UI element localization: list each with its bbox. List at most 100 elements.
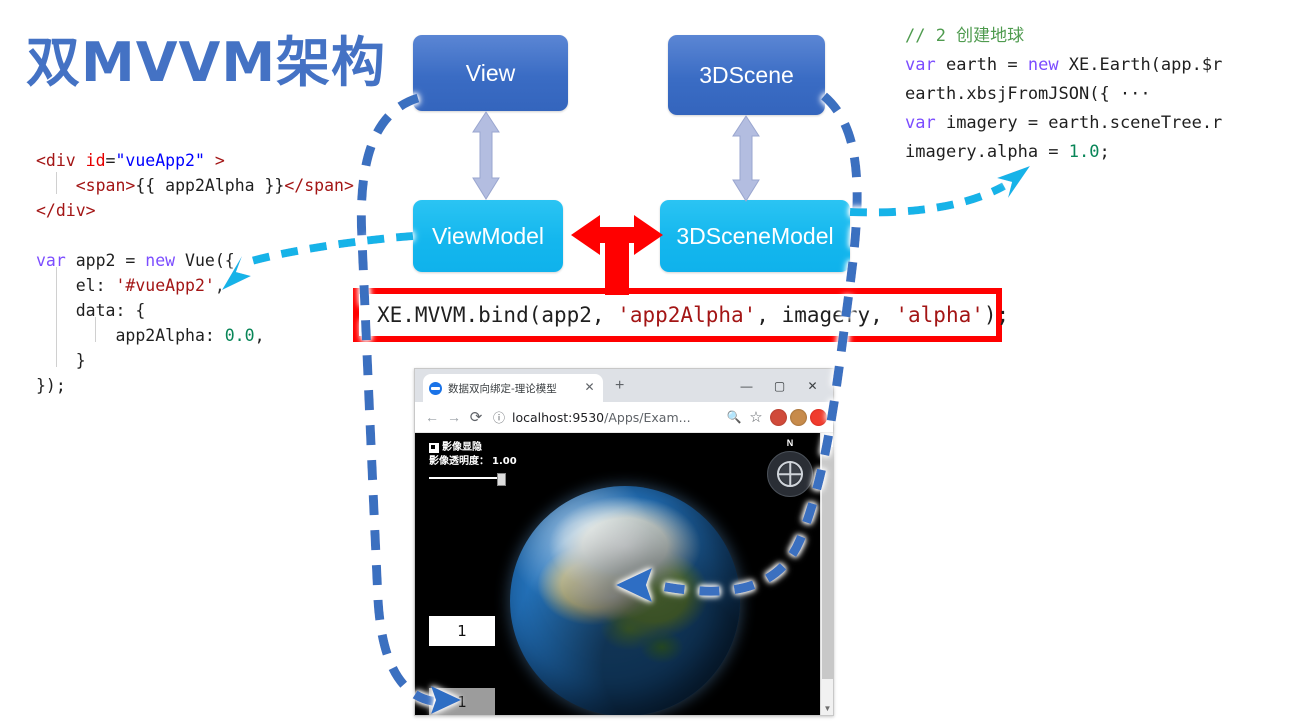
- code-token: new: [145, 251, 176, 270]
- earth-globe: [510, 486, 740, 715]
- code-token: <span>: [75, 176, 136, 195]
- browser-tab-bar: 数据双向绑定-理论模型 ✕ + — ▢ ✕: [415, 369, 833, 402]
- code-token: ,: [254, 326, 265, 345]
- code-token: }: [36, 351, 86, 370]
- compass-icon[interactable]: N: [767, 438, 813, 497]
- compass-ring: [777, 461, 803, 487]
- vertical-scrollbar[interactable]: ▲ ▼: [820, 433, 833, 715]
- zoom-icon[interactable]: 🔍: [723, 410, 745, 424]
- indent-guide: [95, 317, 96, 342]
- imagery-alpha-value: 1.00: [492, 456, 517, 467]
- code-line: // 2 创建地球: [905, 22, 1222, 51]
- code-line: });: [36, 373, 354, 398]
- page-title: 双MVVM架构: [26, 31, 387, 94]
- code-token: new: [1027, 55, 1059, 75]
- code-token: ,: [214, 276, 225, 295]
- bookmark-star-icon[interactable]: ☆: [745, 408, 767, 426]
- code-token: imagery = earth.sceneTree.r: [935, 113, 1223, 133]
- imagery-alpha-label: 影像透明度：: [429, 456, 489, 467]
- bind-code-box: XE.MVVM.bind(app2, 'app2Alpha', imagery,…: [353, 288, 1009, 342]
- node-viewmodel-label: ViewModel: [431, 222, 545, 249]
- node-3dscenemodel-label: 3DSceneModel: [676, 222, 834, 249]
- code-line: <span>{{ app2Alpha }}</span>: [36, 173, 354, 198]
- code-token: {{ app2Alpha }}: [135, 176, 285, 195]
- scroll-up-icon[interactable]: ▲: [821, 433, 833, 447]
- code-line: </div>: [36, 198, 354, 223]
- window-controls: — ▢ ✕: [730, 375, 829, 397]
- address-bar[interactable]: ⓘ localhost:9530/Apps/Exam...: [487, 409, 723, 426]
- vertical-arrow-left: [472, 111, 500, 200]
- bind-token: , imagery,: [756, 303, 896, 327]
- code-token: var: [905, 55, 936, 75]
- bind-token: 'app2Alpha': [617, 303, 757, 327]
- slider-thumb[interactable]: [497, 473, 506, 486]
- code-token: el:: [36, 276, 116, 295]
- node-viewmodel[interactable]: ViewModel: [413, 200, 563, 272]
- code-line: el: '#vueApp2',: [36, 273, 354, 298]
- bind-token: 'alpha': [895, 303, 984, 327]
- bind-code-text: XE.MVVM.bind(app2, 'app2Alpha', imagery,…: [359, 303, 1009, 327]
- imagery-visibility-row[interactable]: 影像显隐: [429, 441, 517, 455]
- browser-window: 数据双向绑定-理论模型 ✕ + — ▢ ✕ ← → ⟳ ⓘ localhost:…: [414, 368, 834, 716]
- imagery-alpha-slider[interactable]: [429, 473, 506, 486]
- code-token: '#vueApp2': [115, 276, 215, 295]
- site-info-icon[interactable]: ⓘ: [491, 409, 507, 426]
- code-token: <div: [36, 151, 86, 170]
- gray-value-box: 1: [429, 688, 495, 715]
- browser-tab[interactable]: 数据双向绑定-理论模型 ✕: [423, 374, 603, 402]
- imagery-visibility-label: 影像显隐: [442, 442, 482, 453]
- code-line: var earth = new XE.Earth(app.$r: [905, 51, 1222, 80]
- code-token: imagery.alpha =: [905, 142, 1069, 162]
- white-value-box: 1: [429, 616, 495, 646]
- indent-guide: [56, 172, 57, 194]
- code-token: });: [36, 376, 66, 395]
- opera-icon[interactable]: [810, 408, 827, 426]
- code-line: earth.xbsjFromJSON({ ···: [905, 80, 1222, 109]
- code-token: "vueApp2": [115, 151, 205, 170]
- reload-icon[interactable]: ⟳: [465, 408, 487, 426]
- code-token: >: [204, 151, 225, 170]
- new-tab-button[interactable]: +: [615, 378, 624, 394]
- node-view[interactable]: View: [413, 35, 568, 111]
- scroll-down-icon[interactable]: ▼: [821, 702, 833, 715]
- forward-icon[interactable]: →: [443, 409, 465, 425]
- code-token: app2Alpha:: [36, 326, 225, 345]
- maximize-button[interactable]: ▢: [763, 375, 796, 397]
- profile-avatar[interactable]: [790, 408, 807, 426]
- code-token: </div>: [36, 201, 96, 220]
- scrollbar-thumb[interactable]: [822, 447, 833, 679]
- slide-canvas: 双MVVM架构 <div id="vueApp2" > <span>{{ app…: [0, 0, 1295, 724]
- red-bidirectional-arrow: [571, 215, 663, 295]
- code-line: <div id="vueApp2" >: [36, 148, 354, 173]
- imagery-alpha-row: 影像透明度： 1.00: [429, 455, 517, 469]
- back-icon[interactable]: ←: [421, 409, 443, 425]
- code-line: var app2 = new Vue({: [36, 248, 354, 273]
- code-token: ;: [1099, 142, 1110, 162]
- earth-viewport[interactable]: 影像显隐 影像透明度： 1.00 N 1 1 ▲ ▼: [415, 433, 833, 715]
- dashed-scenemodel-arrowhead: [997, 166, 1030, 198]
- close-window-button[interactable]: ✕: [796, 375, 829, 397]
- browser-tab-title: 数据双向绑定-理论模型: [448, 382, 557, 395]
- compass-north-label: N: [786, 438, 794, 448]
- code-block-left: <div id="vueApp2" > <span>{{ app2Alpha }…: [36, 148, 354, 398]
- code-token: earth.xbsjFromJSON({ ···: [905, 84, 1151, 104]
- extension-icon[interactable]: [770, 408, 787, 426]
- code-token: var: [905, 113, 936, 133]
- close-tab-icon[interactable]: ✕: [584, 381, 595, 393]
- bind-token: XE.MVVM.bind(app2,: [377, 303, 618, 327]
- code-line: imagery.alpha = 1.0;: [905, 138, 1222, 167]
- code-token: app2 =: [65, 251, 146, 270]
- node-3dscene[interactable]: 3DScene: [668, 35, 825, 115]
- code-line: data: {: [36, 298, 354, 323]
- code-line: var imagery = earth.sceneTree.r: [905, 109, 1222, 138]
- node-3dscenemodel[interactable]: 3DSceneModel: [660, 200, 850, 272]
- slider-track: [429, 477, 505, 479]
- minimize-button[interactable]: —: [730, 375, 763, 397]
- indent-guide: [56, 267, 57, 367]
- node-3dscene-label: 3DScene: [699, 61, 794, 88]
- viewer-controls: 影像显隐 影像透明度： 1.00: [429, 441, 517, 486]
- imagery-visibility-checkbox[interactable]: [429, 443, 439, 453]
- code-token: Vue({: [175, 251, 235, 270]
- dashed-scenemodel-to-code: [849, 182, 1006, 217]
